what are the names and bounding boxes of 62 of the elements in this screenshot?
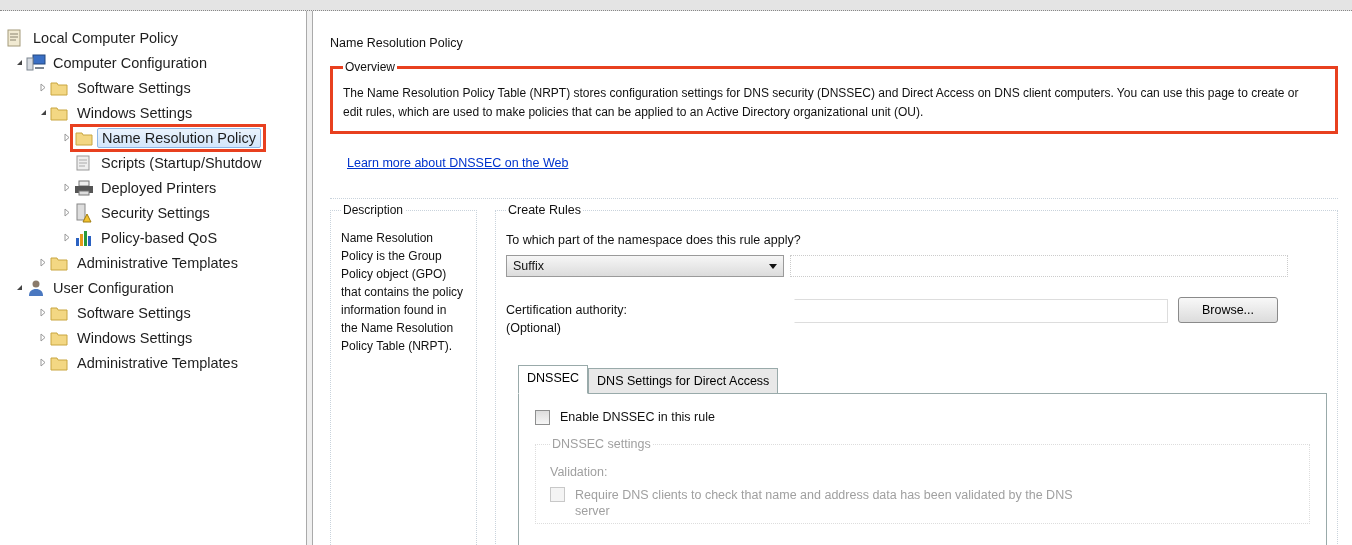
tree-item[interactable]: Software Settings [72,77,196,98]
expanded-arrow-icon[interactable] [15,59,23,66]
collapsed-arrow-icon[interactable] [40,308,46,317]
folder-icon [50,79,68,96]
validation-label: Validation: [550,465,609,479]
group-title: Overview [344,60,396,74]
tree-item[interactable]: Policy-based QoS [96,227,223,248]
user-icon [26,278,46,297]
certification-authority-field[interactable] [794,299,1168,323]
collapsed-arrow-icon[interactable] [64,183,70,192]
group-title: DNSSEC settings [551,437,652,451]
printer-icon [74,179,94,196]
folder-icon [50,329,68,346]
tree-item[interactable]: Deployed Printers [96,177,222,198]
group-title: Create Rules [507,203,582,217]
dropdown-arrow-icon [769,263,777,269]
expanded-arrow-icon[interactable] [15,284,23,291]
overview-text: The Name Resolution Policy Table (NRPT) stores configuration settings for DNS security (DNSSEC) and Direct Access on DNS client computers. You can use this page to create or edit rules, which are used to make policies that can be applied to an Active Directory organizational unit (OU). [343,85,1300,121]
folder-icon [50,104,68,121]
question-label: To which part of the namespace does this rule apply? [506,233,802,247]
collapsed-arrow-icon[interactable] [40,358,46,367]
script-icon [74,153,92,172]
tree-item[interactable]: Windows Settings [72,102,198,123]
field-label: Certification authority: [506,303,627,317]
optional-label: (Optional) [506,321,561,335]
tree-item[interactable]: Software Settings [72,302,196,323]
learn-more-link[interactable]: Learn more about DNSSEC on the Web [347,156,569,170]
computer-icon [26,53,46,72]
collapsed-arrow-icon[interactable] [64,133,70,142]
tree-item[interactable]: Scripts (Startup/Shutdow [96,152,267,173]
tree-item[interactable]: Name Resolution Policy [97,127,261,148]
expanded-arrow-icon[interactable] [39,109,47,116]
tree-item[interactable]: Windows Settings [72,327,198,348]
collapsed-arrow-icon[interactable] [40,258,46,267]
folder-icon [75,129,93,146]
checkbox[interactable] [535,410,550,425]
browse-button[interactable]: Browse... [1178,297,1278,323]
collapsed-arrow-icon[interactable] [40,333,46,342]
description-text: Name Resolution Policy is the Group Policy object (GPO) that contains the policy information found in the Name Resolution Policy Table (NRPT). [341,230,465,355]
checkbox-label: Require DNS clients to check that name and address data has been validated by the DNS server [575,487,1074,519]
folder-icon [50,304,68,321]
tree-item[interactable]: Local Computer Policy [28,27,184,48]
tree-item[interactable]: User Configuration [48,277,179,298]
collapsed-arrow-icon[interactable] [64,233,70,242]
folder-icon [50,254,68,271]
document-icon [6,28,22,47]
group-title: Description [342,203,405,217]
checkbox-label: Enable DNSSEC in this rule [560,410,715,424]
tab[interactable]: DNSSEC [518,365,589,394]
tree-item[interactable]: Security Settings [96,202,215,223]
namespace-dropdown[interactable]: Suffix [506,255,784,277]
security-icon [74,202,92,223]
tree-item[interactable]: Administrative Templates [72,352,243,373]
folder-icon [50,354,68,371]
tab[interactable]: DNS Settings for Direct Access [588,368,779,394]
namespace-input-field[interactable] [790,255,1288,277]
tree-item[interactable]: Computer Configuration [48,52,212,73]
bar-graph-icon [74,228,94,247]
page-title: Name Resolution Policy [330,36,464,50]
collapsed-arrow-icon[interactable] [64,208,70,217]
tree-item[interactable]: Administrative Templates [72,252,243,273]
collapsed-arrow-icon[interactable] [40,83,46,92]
